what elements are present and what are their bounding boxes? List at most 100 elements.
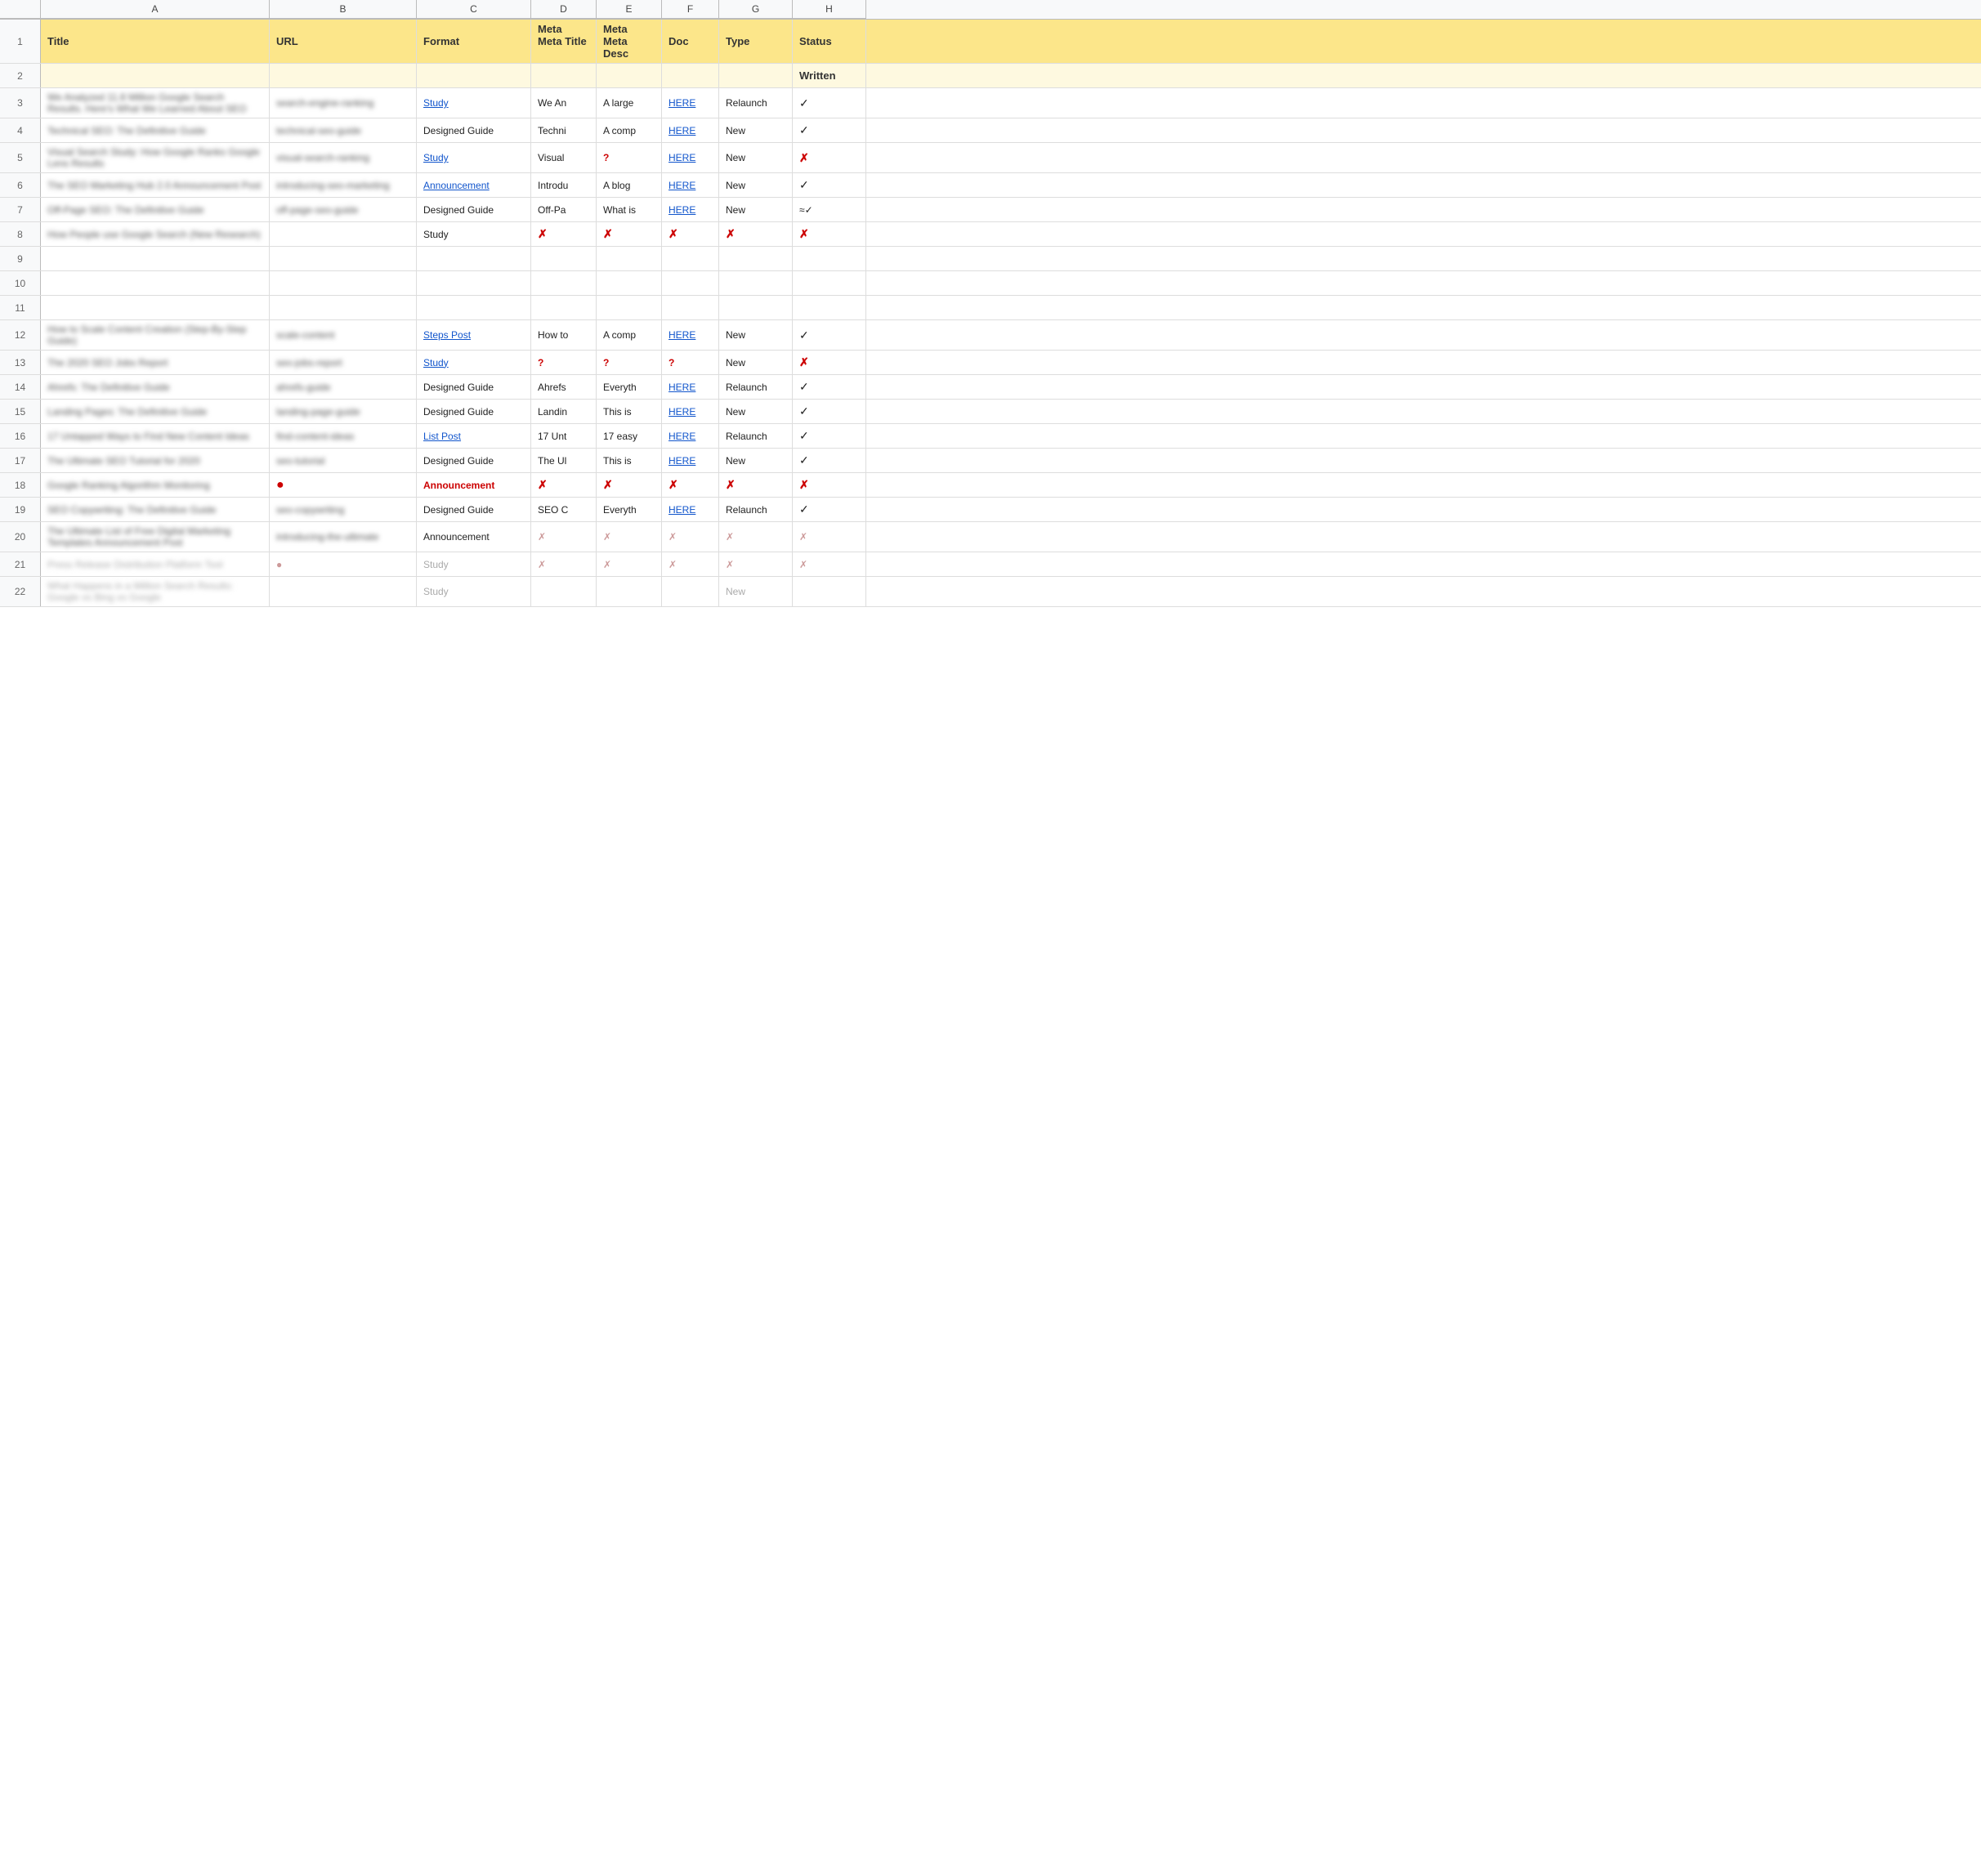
row19-url: seo-copywriting bbox=[270, 498, 417, 521]
row14-doc[interactable]: HERE bbox=[662, 375, 719, 399]
row22-type: New bbox=[719, 577, 793, 606]
row5-type: New bbox=[719, 143, 793, 172]
row10-e bbox=[597, 271, 662, 295]
row-num-22: 22 bbox=[0, 577, 41, 606]
row-num-13: 13 bbox=[0, 351, 41, 374]
table-row: 17 The Ultimate SEO Tutorial for 2020 se… bbox=[0, 449, 1981, 473]
spreadsheet: A B C D E F G H 1 Title URL Format Meta … bbox=[0, 0, 1981, 607]
row4-doc[interactable]: HERE bbox=[662, 118, 719, 142]
row13-format[interactable]: Study bbox=[417, 351, 531, 374]
table-row: 9 bbox=[0, 247, 1981, 271]
row20-doc: ✗ bbox=[662, 522, 719, 552]
row21-format: Study bbox=[417, 552, 531, 576]
row17-title: The Ultimate SEO Tutorial for 2020 bbox=[41, 449, 270, 472]
row-num-11: 11 bbox=[0, 296, 41, 319]
row9-url bbox=[270, 247, 417, 270]
row17-doc[interactable]: HERE bbox=[662, 449, 719, 472]
row2-written: Written bbox=[793, 64, 866, 87]
row14-title: Ahrefs: The Definitive Guide bbox=[41, 375, 270, 399]
row12-url: scale-content bbox=[270, 320, 417, 350]
row13-doc: ? bbox=[662, 351, 719, 374]
table-row: 14 Ahrefs: The Definitive Guide ahrefs-g… bbox=[0, 375, 1981, 400]
row19-type: Relaunch bbox=[719, 498, 793, 521]
row2-cell-a bbox=[41, 64, 270, 87]
row-2: 2 Written bbox=[0, 64, 1981, 88]
row7-meta-title: Off-Pa bbox=[531, 198, 597, 221]
row12-title: How to Scale Content Creation (Step-By-S… bbox=[41, 320, 270, 350]
col-header-h: H bbox=[793, 0, 866, 19]
row-num-18: 18 bbox=[0, 473, 41, 497]
header-format: Format bbox=[417, 20, 531, 63]
row21-type: ✗ bbox=[719, 552, 793, 576]
row14-url: ahrefs-guide bbox=[270, 375, 417, 399]
row6-format[interactable]: Announcement bbox=[417, 173, 531, 197]
row15-doc[interactable]: HERE bbox=[662, 400, 719, 423]
row4-meta-title: Techni bbox=[531, 118, 597, 142]
row3-status: ✓ bbox=[793, 88, 866, 118]
col-header-g: G bbox=[719, 0, 793, 19]
row8-meta-title: ✗ bbox=[531, 222, 597, 246]
row22-meta-desc bbox=[597, 577, 662, 606]
row5-title: Visual Search Study: How Google Ranks Go… bbox=[41, 143, 270, 172]
row7-status: ≈✓ bbox=[793, 198, 866, 221]
row17-format: Designed Guide bbox=[417, 449, 531, 472]
data-rows: 1 Title URL Format Meta Meta Title Meta … bbox=[0, 20, 1981, 607]
row16-url: find-content-ideas bbox=[270, 424, 417, 448]
row-num-9: 9 bbox=[0, 247, 41, 270]
row3-type: Relaunch bbox=[719, 88, 793, 118]
row3-format[interactable]: Study bbox=[417, 88, 531, 118]
row5-format[interactable]: Study bbox=[417, 143, 531, 172]
row2-cell-c bbox=[417, 64, 531, 87]
row16-format[interactable]: List Post bbox=[417, 424, 531, 448]
row19-meta-desc: Everyth bbox=[597, 498, 662, 521]
row8-url bbox=[270, 222, 417, 246]
row6-meta-desc: A blog bbox=[597, 173, 662, 197]
row22-title: What Happens in a Million Search Results… bbox=[41, 577, 270, 606]
row5-doc[interactable]: HERE bbox=[662, 143, 719, 172]
row8-title: How People use Google Search (New Resear… bbox=[41, 222, 270, 246]
row5-status: ✗ bbox=[793, 143, 866, 172]
row4-status: ✓ bbox=[793, 118, 866, 142]
table-row: 7 Off-Page SEO: The Definitive Guide off… bbox=[0, 198, 1981, 222]
row12-format[interactable]: Steps Post bbox=[417, 320, 531, 350]
row4-meta-desc: A comp bbox=[597, 118, 662, 142]
row5-url: visual-search-ranking bbox=[270, 143, 417, 172]
row18-doc: ✗ bbox=[662, 473, 719, 497]
row12-doc[interactable]: HERE bbox=[662, 320, 719, 350]
row4-url: technical-seo-guide bbox=[270, 118, 417, 142]
row-num-6: 6 bbox=[0, 173, 41, 197]
table-row: 8 How People use Google Search (New Rese… bbox=[0, 222, 1981, 247]
row17-status: ✓ bbox=[793, 449, 866, 472]
row3-title: We Analyzed 11.8 Million Google Search R… bbox=[41, 88, 270, 118]
row10-f bbox=[662, 271, 719, 295]
row3-doc[interactable]: HERE bbox=[662, 88, 719, 118]
row18-meta-title: ✗ bbox=[531, 473, 597, 497]
row-num-14: 14 bbox=[0, 375, 41, 399]
row22-status bbox=[793, 577, 866, 606]
row20-status: ✗ bbox=[793, 522, 866, 552]
row17-type: New bbox=[719, 449, 793, 472]
row21-meta-title: ✗ bbox=[531, 552, 597, 576]
row19-format: Designed Guide bbox=[417, 498, 531, 521]
row11-f bbox=[662, 296, 719, 319]
row-num-1: 1 bbox=[0, 20, 41, 63]
row8-type: ✗ bbox=[719, 222, 793, 246]
row8-doc: ✗ bbox=[662, 222, 719, 246]
column-headers: A B C D E F G H bbox=[0, 0, 1981, 20]
row16-doc[interactable]: HERE bbox=[662, 424, 719, 448]
row21-meta-desc: ✗ bbox=[597, 552, 662, 576]
row20-title: The Ultimate List of Free Digital Market… bbox=[41, 522, 270, 552]
row6-meta-title: Introdu bbox=[531, 173, 597, 197]
header-url: URL bbox=[270, 20, 417, 63]
row19-doc[interactable]: HERE bbox=[662, 498, 719, 521]
header-title: Title bbox=[41, 20, 270, 63]
header-status: Status bbox=[793, 20, 866, 63]
row19-title: SEO Copywriting: The Definitive Guide bbox=[41, 498, 270, 521]
row7-doc[interactable]: HERE bbox=[662, 198, 719, 221]
row8-format: Study bbox=[417, 222, 531, 246]
row14-format: Designed Guide bbox=[417, 375, 531, 399]
row10-h bbox=[793, 271, 866, 295]
row9-f bbox=[662, 247, 719, 270]
table-row: 10 bbox=[0, 271, 1981, 296]
row6-doc[interactable]: HERE bbox=[662, 173, 719, 197]
